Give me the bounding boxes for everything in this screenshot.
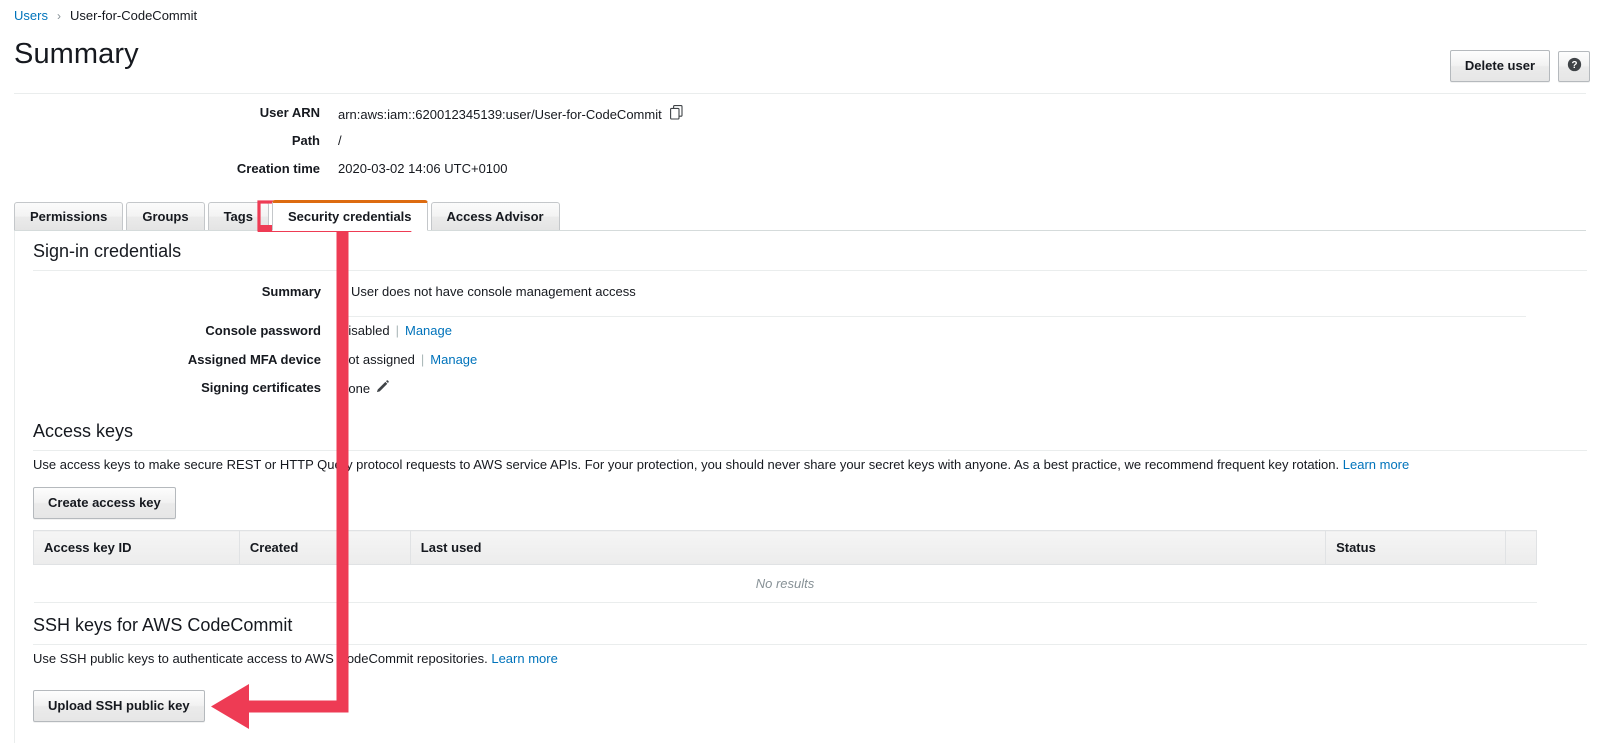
detail-label: Creation time <box>236 161 320 176</box>
signin-row-value: Not assigned | Manage <box>339 352 477 367</box>
ssh-keys-learn-more-link[interactable]: Learn more <box>491 651 557 666</box>
access-keys-description-text: Use access keys to make secure REST or H… <box>33 457 1340 472</box>
copy-icon[interactable] <box>669 105 684 123</box>
signin-row-mfa-device: Assigned MFA device Not assigned | Manag… <box>15 352 1587 380</box>
ssh-keys-heading: SSH keys for AWS CodeCommit <box>33 615 293 635</box>
help-button[interactable]: ? <box>1558 50 1590 82</box>
tab-groups[interactable]: Groups <box>126 202 205 231</box>
column-access-key-id[interactable]: Access key ID <box>33 530 240 565</box>
value-separator: | <box>395 323 399 338</box>
detail-value: arn:aws:iam::620012345139:user/User-for-… <box>338 105 684 123</box>
iam-user-summary-page: Users › User-for-CodeCommit Summary Dele… <box>0 0 1600 743</box>
ssh-keys-heading-rule <box>33 644 1587 645</box>
signin-summary-value: User does not have console management ac… <box>339 284 636 299</box>
manage-console-password-link[interactable]: Manage <box>405 323 452 338</box>
signin-row-value: None <box>339 380 389 396</box>
signin-summary-label: Summary <box>261 284 321 299</box>
signin-credentials-heading: Sign-in credentials <box>33 241 182 261</box>
svg-text:?: ? <box>1571 60 1577 71</box>
tab-access-advisor[interactable]: Access Advisor <box>430 202 560 231</box>
access-keys-learn-more-link[interactable]: Learn more <box>1343 457 1409 472</box>
tab-label: Security credentials <box>287 209 412 224</box>
access-keys-table-body: No results <box>33 564 1537 603</box>
signin-summary-text: User does not have console management ac… <box>351 284 636 299</box>
detail-row-path: Path / <box>0 133 1600 161</box>
signin-heading-rule <box>33 270 1587 271</box>
mfa-device-status: Not assigned <box>339 352 415 367</box>
breadcrumb: Users › User-for-CodeCommit <box>14 8 197 23</box>
detail-value: / <box>338 133 342 148</box>
detail-label: Path <box>291 133 320 148</box>
signin-row-label: Assigned MFA device <box>187 352 321 367</box>
access-keys-heading: Access keys <box>33 421 134 441</box>
page-title: Summary <box>14 38 139 70</box>
upload-ssh-public-key-button[interactable]: Upload SSH public key <box>33 690 205 722</box>
signin-row-signing-certificates: Signing certificates None <box>15 380 1587 408</box>
header-divider <box>14 93 1586 94</box>
column-created[interactable]: Created <box>239 530 411 565</box>
delete-user-button[interactable]: Delete user <box>1449 50 1550 82</box>
signin-row-label: Signing certificates <box>201 380 321 395</box>
bullet-icon <box>339 289 342 293</box>
pencil-icon[interactable] <box>376 380 389 396</box>
user-arn-text: arn:aws:iam::620012345139:user/User-for-… <box>338 106 662 122</box>
tab-permissions[interactable]: Permissions <box>14 202 124 231</box>
detail-label: User ARN <box>259 105 320 120</box>
signin-summary-row: Summary User does not have console manag… <box>15 284 1587 312</box>
breadcrumb-users-link[interactable]: Users <box>14 8 48 23</box>
detail-row-user-arn: User ARN arn:aws:iam::620012345139:user/… <box>0 105 1600 133</box>
table-empty-row: No results <box>33 564 1537 603</box>
table-header-row: Access key ID Created Last used Status <box>33 530 1538 565</box>
security-credentials-panel: Sign-in credentials Summary User does no… <box>14 231 1587 743</box>
create-access-key-button[interactable]: Create access key <box>33 487 176 519</box>
ssh-keys-description: Use SSH public keys to authenticate acce… <box>33 651 558 666</box>
tab-label: Tags <box>223 209 253 224</box>
console-password-status: Disabled <box>339 323 390 338</box>
breadcrumb-separator-icon: › <box>56 8 61 23</box>
tab-tags[interactable]: Tags <box>207 202 269 231</box>
signin-row-value: Disabled | Manage <box>339 323 452 338</box>
signin-summary-rule <box>339 316 1526 317</box>
signin-row-console-password: Console password Disabled | Manage <box>15 323 1587 351</box>
user-details: User ARN arn:aws:iam::620012345139:user/… <box>0 105 1600 189</box>
detail-value: 2020-03-02 14:06 UTC+0100 <box>338 161 508 176</box>
tab-security-credentials[interactable]: Security credentials <box>271 200 428 231</box>
manage-mfa-device-link[interactable]: Manage <box>430 352 477 367</box>
breadcrumb-current: User-for-CodeCommit <box>69 8 198 23</box>
access-keys-heading-rule <box>33 450 1587 451</box>
access-keys-table: Access key ID Created Last used Status N… <box>33 530 1538 603</box>
column-actions <box>1505 530 1538 565</box>
signin-row-label: Console password <box>205 323 321 338</box>
column-last-used[interactable]: Last used <box>410 530 1327 565</box>
column-status[interactable]: Status <box>1325 530 1506 565</box>
tab-label: Access Advisor <box>446 209 544 224</box>
signing-certificates-status: None <box>339 380 371 396</box>
header-actions: Delete user ? <box>1449 50 1590 82</box>
tab-bar: Permissions Groups Tags Security credent… <box>14 200 563 231</box>
no-results-text: No results <box>33 564 1537 603</box>
help-circle-icon: ? <box>1567 57 1582 75</box>
page-header: Summary Delete user ? <box>0 38 1600 90</box>
detail-row-creation-time: Creation time 2020-03-02 14:06 UTC+0100 <box>0 161 1600 189</box>
value-separator: | <box>420 352 425 367</box>
tab-label: Groups <box>142 209 189 224</box>
access-keys-description: Use access keys to make secure REST or H… <box>33 457 1587 472</box>
tab-label: Permissions <box>30 209 108 224</box>
ssh-keys-description-text: Use SSH public keys to authenticate acce… <box>33 651 488 666</box>
